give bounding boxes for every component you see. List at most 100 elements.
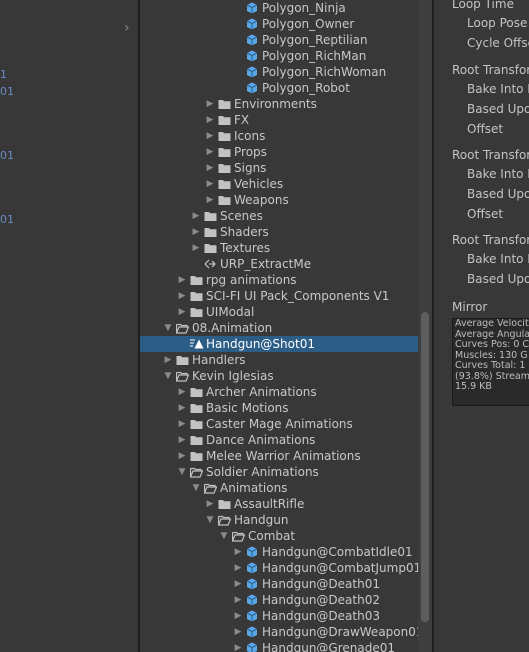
tree-row-label: Handgun bbox=[234, 513, 289, 527]
caret-right-icon[interactable]: ▶ bbox=[204, 128, 216, 144]
tree-row[interactable]: ▶ Caster Mage Animations bbox=[140, 416, 418, 432]
caret-right-icon[interactable]: ▶ bbox=[176, 448, 188, 464]
tree-row[interactable]: ▶ Vehicles bbox=[140, 176, 418, 192]
tree-row[interactable]: ▶ Shaders bbox=[140, 224, 418, 240]
caret-right-icon[interactable]: ▶ bbox=[176, 432, 188, 448]
caret-right-icon[interactable]: ▶ bbox=[204, 176, 216, 192]
tree-row[interactable]: ▶ Handgun@CombatJump01 bbox=[140, 560, 418, 576]
caret-right-icon[interactable]: ▶ bbox=[204, 496, 216, 512]
caret-right-icon[interactable]: ▶ bbox=[204, 96, 216, 112]
tree-row[interactable]: ▶ Handlers bbox=[140, 352, 418, 368]
folder-icon bbox=[204, 210, 217, 222]
caret-right-icon[interactable]: ▶ bbox=[176, 384, 188, 400]
based-upon-label: Based Upo bbox=[467, 272, 529, 286]
caret-right-icon[interactable]: ▶ bbox=[204, 112, 216, 128]
caret-right-icon[interactable]: ▶ bbox=[176, 272, 188, 288]
tree-row[interactable]: Polygon_Owner bbox=[140, 16, 418, 32]
tree-row[interactable]: ▶ Dance Animations bbox=[140, 432, 418, 448]
caret-right-icon[interactable]: ▶ bbox=[176, 400, 188, 416]
caret-right-icon[interactable]: ▶ bbox=[232, 576, 244, 592]
caret-right-icon[interactable]: ▶ bbox=[176, 288, 188, 304]
caret-right-icon[interactable]: ▶ bbox=[190, 208, 202, 224]
tree-row[interactable]: Polygon_Ninja bbox=[140, 0, 418, 16]
tree-row-label: Polygon_RichWoman bbox=[262, 65, 387, 79]
caret-right-icon[interactable]: ▶ bbox=[204, 144, 216, 160]
tree-row[interactable]: ▶ Environments bbox=[140, 96, 418, 112]
caret-right-icon[interactable]: ▶ bbox=[232, 624, 244, 640]
tree-row[interactable]: ▶ Basic Motions bbox=[140, 400, 418, 416]
folder-icon bbox=[218, 146, 231, 158]
tree-row[interactable]: ▼ Handgun bbox=[140, 512, 418, 528]
tree-row[interactable]: ▶ rpg animations bbox=[140, 272, 418, 288]
folder-icon bbox=[218, 98, 231, 110]
tree-row[interactable]: ▶ SCI-FI UI Pack_Components V1 bbox=[140, 288, 418, 304]
tree-row-label: Props bbox=[234, 145, 267, 159]
cycle-offset-label: Cycle Offse bbox=[467, 36, 529, 50]
tree-row[interactable]: ▼ Soldier Animations bbox=[140, 464, 418, 480]
caret-down-icon[interactable]: ▼ bbox=[218, 528, 230, 544]
tree-row-label: Environments bbox=[234, 97, 317, 111]
tree-row[interactable]: ▶ Handgun@Death03 bbox=[140, 608, 418, 624]
tree-row-label: FX bbox=[234, 113, 250, 127]
caret-right-icon[interactable]: ▶ bbox=[204, 192, 216, 208]
caret-right-icon[interactable]: ▶ bbox=[190, 240, 202, 256]
tree-row[interactable]: ▶ UIModal bbox=[140, 304, 418, 320]
tree-row[interactable]: ▶ Textures bbox=[140, 240, 418, 256]
caret-down-icon[interactable]: ▼ bbox=[204, 512, 216, 528]
tree-row[interactable]: ▶ Weapons bbox=[140, 192, 418, 208]
tree-row[interactable]: ▶ AssaultRifle bbox=[140, 496, 418, 512]
tree-row[interactable]: ▶ Melee Warrior Animations bbox=[140, 448, 418, 464]
tree-row[interactable]: ▶ Handgun@Death01 bbox=[140, 576, 418, 592]
folder-icon bbox=[218, 114, 231, 126]
caret-right-icon[interactable]: ▶ bbox=[190, 224, 202, 240]
cube-icon bbox=[246, 50, 258, 62]
package-icon bbox=[204, 258, 216, 270]
tree-row[interactable]: ▼ Animations bbox=[140, 480, 418, 496]
caret-down-icon[interactable]: ▼ bbox=[162, 320, 174, 336]
tree-row[interactable]: ▶ Scenes bbox=[140, 208, 418, 224]
caret-right-icon[interactable]: ▶ bbox=[232, 592, 244, 608]
caret-down-icon[interactable]: ▼ bbox=[176, 464, 188, 480]
folder-open-icon bbox=[175, 370, 190, 382]
tree-row[interactable]: ▶ Icons bbox=[140, 128, 418, 144]
tree-row-label: Handgun@CombatJump01 bbox=[262, 561, 418, 575]
tree-row-label: SCI-FI UI Pack_Components V1 bbox=[206, 289, 390, 303]
tree-row[interactable]: Polygon_RichWoman bbox=[140, 64, 418, 80]
bake-into-pose-label: Bake Into P bbox=[467, 167, 529, 181]
loop-time-label: Loop Time bbox=[452, 0, 514, 11]
folder-icon bbox=[190, 402, 203, 414]
caret-right-icon[interactable]: ▶ bbox=[232, 560, 244, 576]
tree-row[interactable]: ▶ Handgun@Death02 bbox=[140, 592, 418, 608]
tree-row-label: 08.Animation bbox=[192, 321, 273, 335]
caret-right-icon[interactable]: ▶ bbox=[232, 544, 244, 560]
root-transform-position-y-header: Root Transfor bbox=[452, 148, 529, 162]
cube-icon bbox=[246, 66, 258, 78]
tree-row[interactable]: ▶ Handgun@DrawWeapon01 bbox=[140, 624, 418, 640]
tree-row[interactable]: ▶ FX bbox=[140, 112, 418, 128]
caret-down-icon[interactable]: ▼ bbox=[190, 480, 202, 496]
chevron-right-icon[interactable]: › bbox=[124, 20, 130, 36]
tree-row[interactable]: ▶ Handgun@Grenade01 bbox=[140, 640, 418, 652]
tree-row[interactable]: ▶ Handgun@CombatIdle01 bbox=[140, 544, 418, 560]
tree-row[interactable]: Polygon_Reptilian bbox=[140, 32, 418, 48]
tree-row[interactable]: ▶ Archer Animations bbox=[140, 384, 418, 400]
tree-row[interactable]: ▼ 08.Animation bbox=[140, 320, 418, 336]
tree-row[interactable]: Polygon_RichMan bbox=[140, 48, 418, 64]
tree-row[interactable]: ▼ Combat bbox=[140, 528, 418, 544]
caret-right-icon[interactable]: ▶ bbox=[176, 416, 188, 432]
folder-icon bbox=[218, 130, 231, 142]
hierarchy-scrollbar-thumb[interactable] bbox=[421, 312, 429, 622]
tree-row[interactable]: URP_ExtractMe bbox=[140, 256, 418, 272]
caret-right-icon[interactable]: ▶ bbox=[204, 160, 216, 176]
tree-row[interactable]: ▼ Kevin Iglesias bbox=[140, 368, 418, 384]
tree-row[interactable]: ▶ Props bbox=[140, 144, 418, 160]
tree-row-label: Handgun@DrawWeapon01 bbox=[262, 625, 418, 639]
caret-right-icon[interactable]: ▶ bbox=[176, 304, 188, 320]
caret-right-icon[interactable]: ▶ bbox=[162, 352, 174, 368]
tree-row[interactable]: ▶ Signs bbox=[140, 160, 418, 176]
caret-down-icon[interactable]: ▼ bbox=[162, 368, 174, 384]
caret-right-icon[interactable]: ▶ bbox=[232, 640, 244, 652]
tree-row[interactable]: Polygon_Robot bbox=[140, 80, 418, 96]
caret-right-icon[interactable]: ▶ bbox=[232, 608, 244, 624]
tree-row[interactable]: Handgun@Shot01 bbox=[140, 336, 418, 352]
